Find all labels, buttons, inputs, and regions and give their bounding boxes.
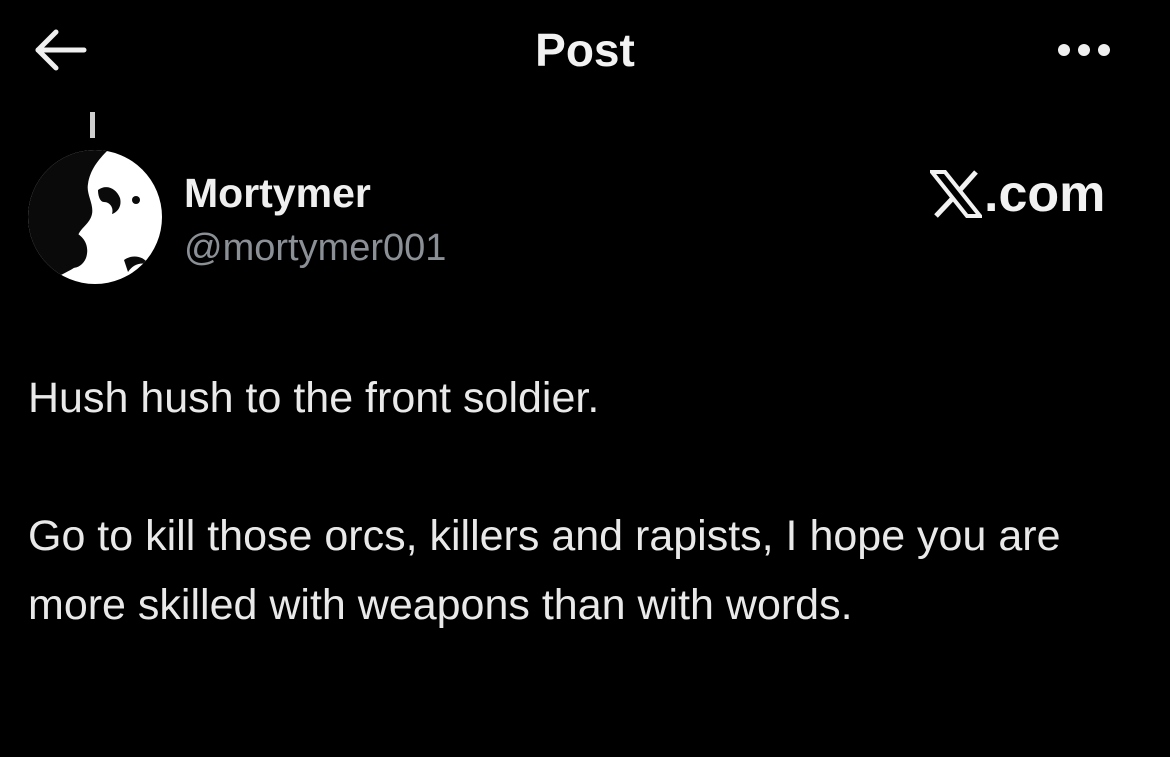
more-horizontal-icon (1058, 44, 1110, 56)
top-navigation-bar: Post (0, 0, 1170, 100)
page-title: Post (535, 24, 635, 76)
avatar[interactable] (28, 150, 162, 284)
x-logo-icon (930, 170, 982, 218)
more-options-button[interactable] (1050, 30, 1120, 70)
post-paragraph: Hush hush to the front soldier. (28, 374, 600, 422)
author-display-name[interactable]: Mortymer (184, 170, 371, 216)
post-body: Hush hush to the front soldier. Go to ki… (28, 364, 1138, 640)
author-handle[interactable]: @mortymer001 (184, 226, 446, 270)
post-paragraph: Go to kill those orcs, killers and rapis… (28, 512, 1061, 629)
back-button[interactable] (30, 22, 90, 78)
brand-watermark: .com (930, 164, 1130, 224)
arrow-left-icon (35, 29, 87, 71)
avatar-image (28, 150, 162, 284)
brand-text: .com (984, 165, 1106, 223)
avatar-decoration (90, 112, 95, 138)
